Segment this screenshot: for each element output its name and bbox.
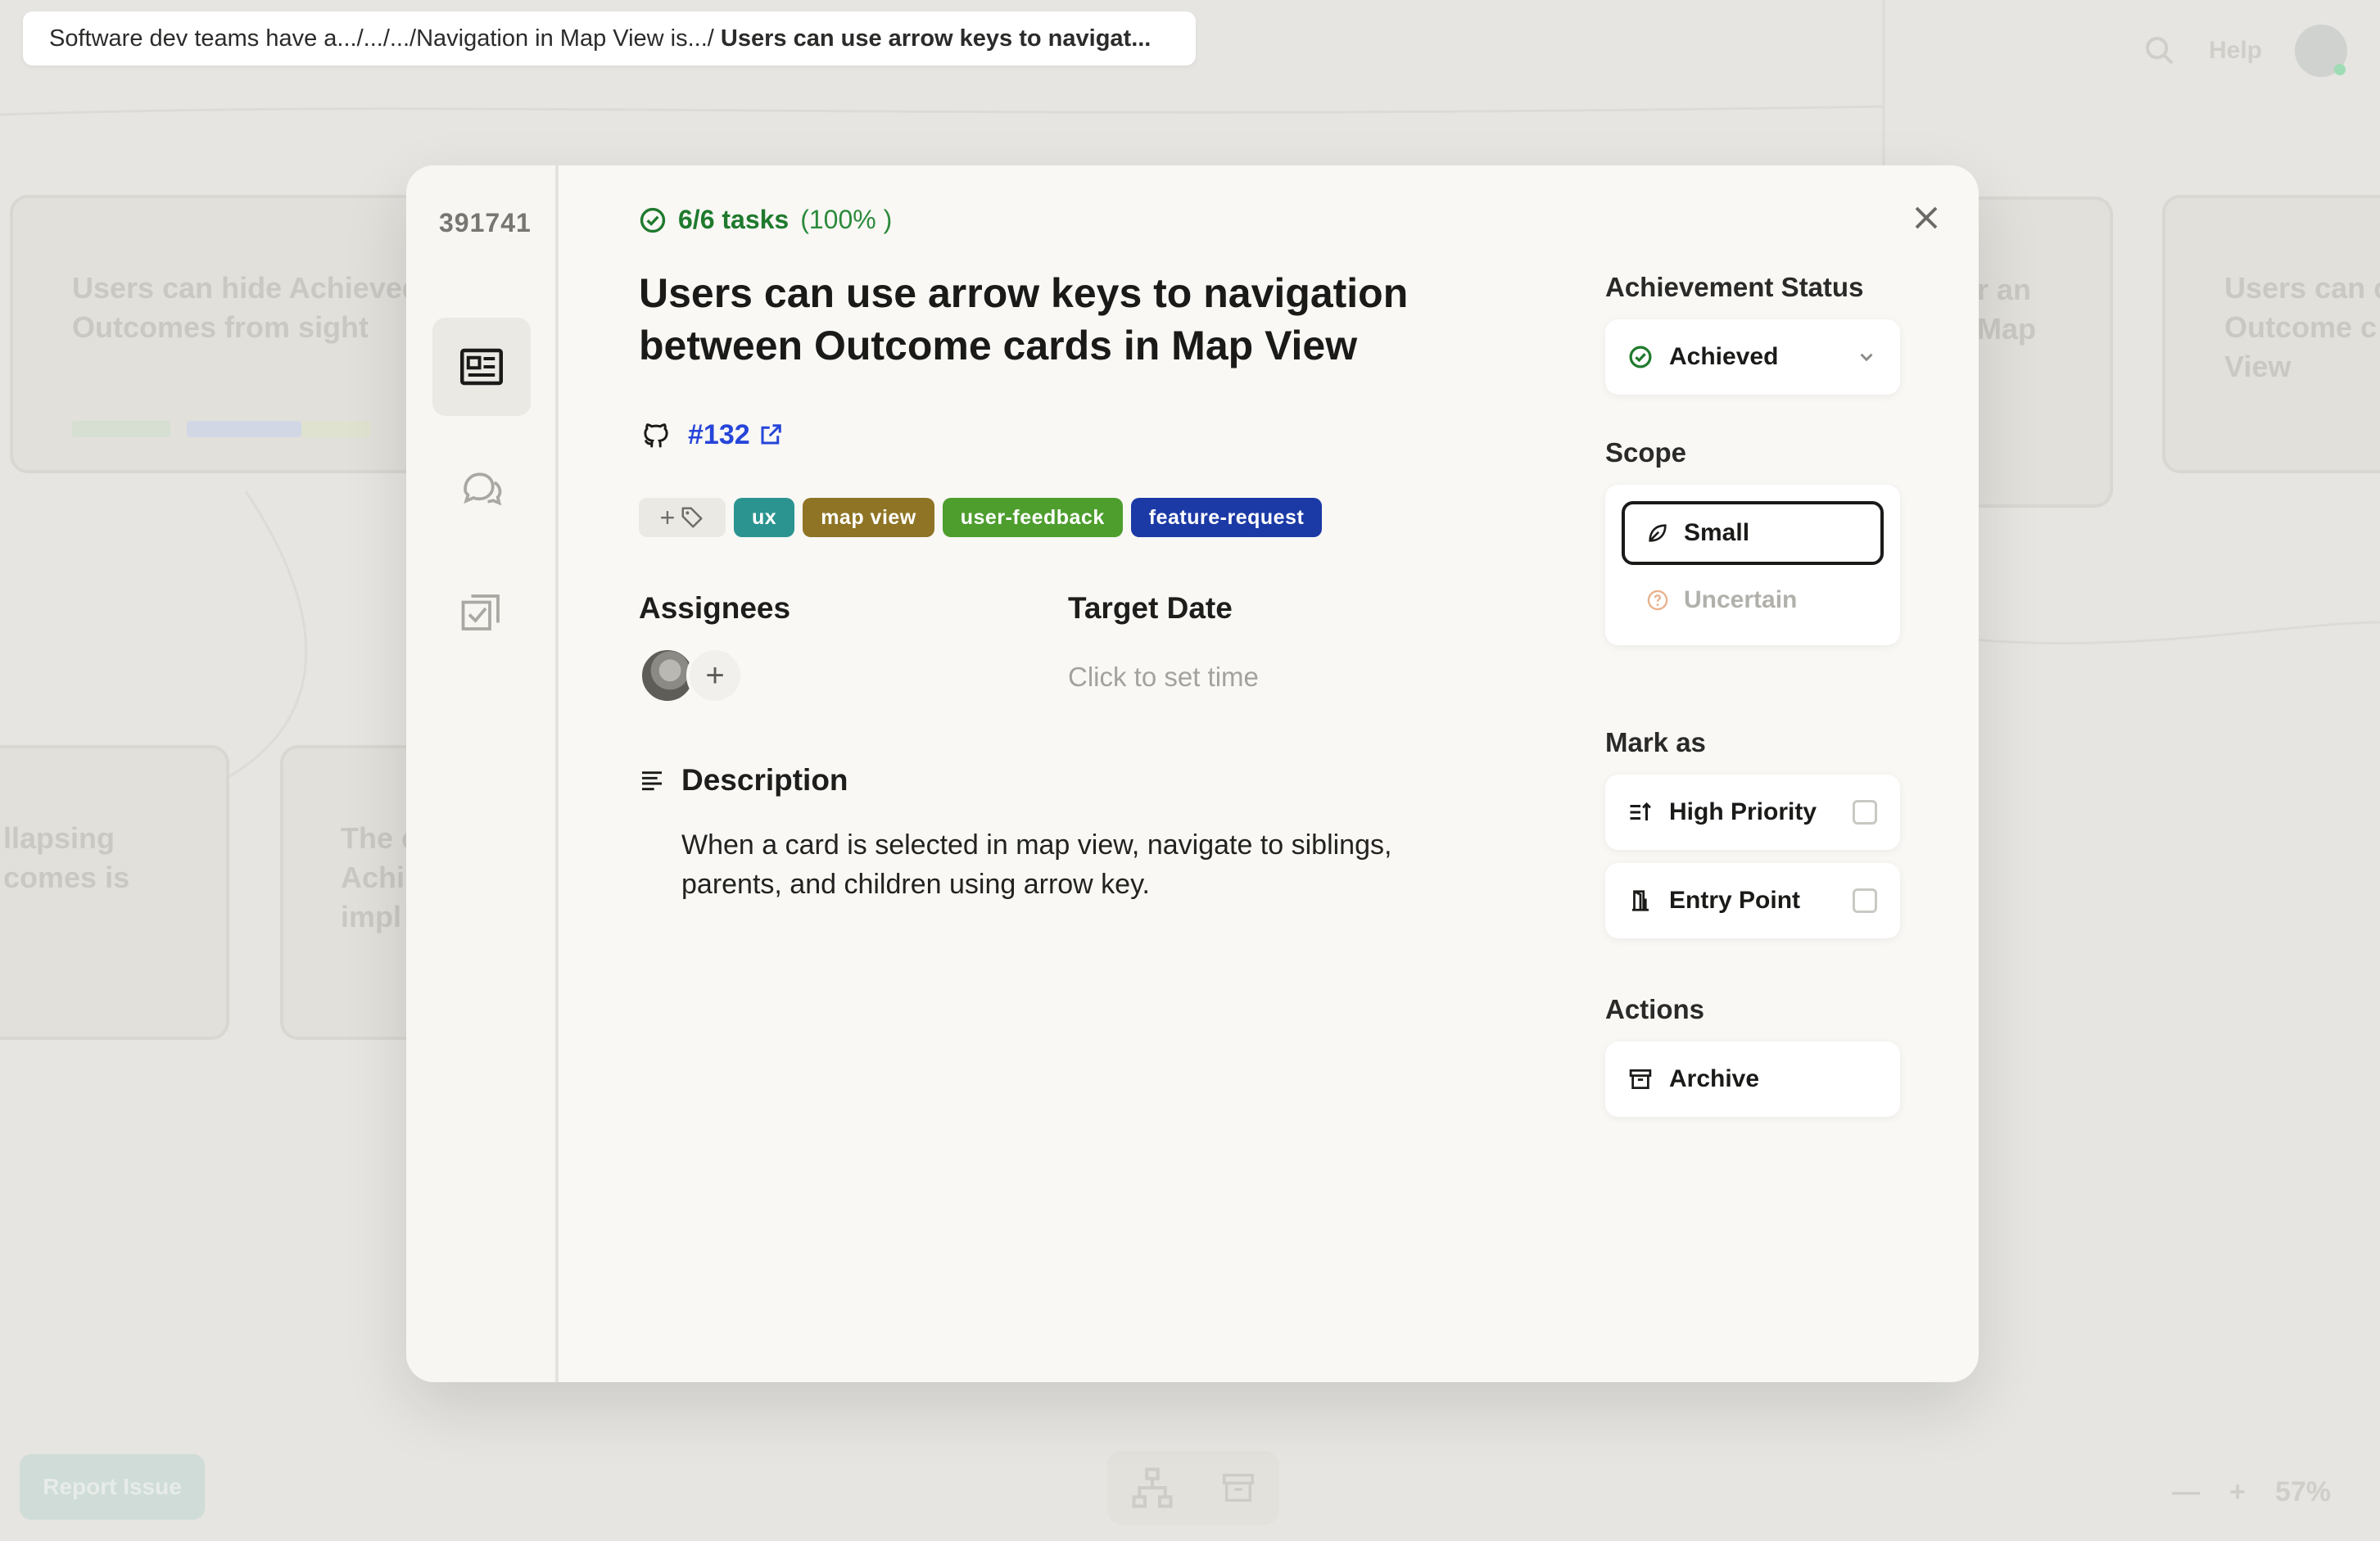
map-card: Users can hide Achieved Outcomes from si… (10, 195, 436, 473)
archive-view-icon[interactable] (1219, 1469, 1257, 1507)
achievement-status-select[interactable]: Achieved (1605, 319, 1900, 395)
bottom-toolbar (1107, 1451, 1279, 1525)
close-icon (1915, 206, 1938, 229)
high-priority-checkbox[interactable] (1853, 800, 1877, 825)
high-priority-label: High Priority (1669, 798, 1817, 825)
tag-list: + ux map view user-feedback feature-requ… (639, 498, 1323, 537)
modal-side-rail: 391741 (406, 165, 559, 1382)
text-align-icon (642, 771, 662, 791)
add-tag-plus: + (659, 502, 676, 532)
map-card-tag (187, 421, 301, 437)
outcome-id: 391741 (439, 208, 532, 237)
description-text[interactable]: When a card is selected in map view, nav… (681, 825, 1435, 904)
tasks-checklist-icon (461, 594, 500, 630)
tasks-count: 6/6 tasks (678, 205, 790, 234)
actions-heading: Actions (1605, 994, 1705, 1024)
scope-heading: Scope (1605, 437, 1687, 468)
archive-label: Archive (1669, 1065, 1760, 1092)
tag-user-feedback[interactable]: user-feedback (942, 498, 1123, 537)
add-tag-button[interactable]: + (639, 498, 726, 537)
map-card: llapsing comes is (0, 745, 229, 1040)
assignees-heading: Assignees (639, 591, 791, 625)
github-issue-link[interactable]: #132 (639, 418, 783, 452)
check-circle-icon (1629, 346, 1652, 368)
map-card-title: Users can hide Achieved Outcomes from si… (72, 271, 420, 344)
issue-number: #132 (688, 418, 750, 450)
tag-map-view[interactable]: map view (803, 498, 934, 537)
map-card-title: r an Map (1977, 273, 2036, 346)
target-date-picker[interactable]: Click to set time (1068, 662, 1259, 693)
tasks-percent: (100% ) (800, 205, 893, 234)
leaf-icon (1649, 524, 1667, 542)
scope-option-small[interactable]: Small (1622, 501, 1884, 565)
report-issue-button[interactable]: Report Issue (20, 1454, 205, 1520)
assignee-list: + (639, 647, 790, 704)
breadcrumb-trail[interactable]: Software dev teams have a.../.../.../Nav… (49, 25, 721, 52)
entry-point-label: Entry Point (1669, 887, 1801, 914)
scope-option-label: Uncertain (1684, 586, 1798, 613)
zoom-out-button[interactable]: — (2172, 1476, 2200, 1508)
zoom-level: 57% (2274, 1476, 2331, 1507)
scope-option-label: Small (1684, 519, 1750, 546)
description-heading: Description (681, 763, 848, 797)
achievement-status-heading: Achievement Status (1605, 272, 1864, 302)
check-circle-icon (640, 207, 666, 233)
search-icon[interactable] (2143, 34, 2176, 67)
assignees-section: Assignees + (639, 591, 790, 704)
outcome-title[interactable]: Users can use arrow keys to navigation b… (639, 267, 1425, 372)
description-section: Description When a card is selected in m… (639, 763, 1425, 904)
add-assignee-button[interactable]: + (686, 647, 744, 704)
door-icon (1632, 890, 1649, 911)
breadcrumb-current: Users can use arrow keys to navigat... (720, 25, 1152, 52)
scope-selector: Small Uncertain (1605, 485, 1900, 645)
target-date-section: Target Date Click to set time (1068, 591, 1259, 693)
mark-high-priority[interactable]: High Priority (1605, 775, 1900, 850)
chevron-down-icon (1860, 353, 1873, 362)
achievement-status-value: Achieved (1669, 343, 1779, 370)
archive-icon (1629, 1069, 1652, 1089)
map-card-tag (301, 421, 370, 437)
mark-entry-point[interactable]: Entry Point (1605, 863, 1900, 938)
external-link-icon (761, 424, 781, 445)
tag-icon (681, 507, 703, 528)
map-card-title: Users can c Outcome c View (2224, 271, 2380, 383)
details-card-icon (460, 348, 503, 386)
rail-tab-details[interactable] (432, 318, 531, 416)
breadcrumb: Software dev teams have a.../.../.../Nav… (23, 11, 1196, 66)
chat-bubbles-icon (464, 472, 502, 506)
entry-point-checkbox[interactable] (1853, 888, 1877, 913)
help-link[interactable]: Help (2209, 37, 2262, 65)
tag-ux[interactable]: ux (734, 498, 795, 537)
top-bar-right: Help (2143, 25, 2347, 77)
zoom-in-button[interactable]: + (2229, 1476, 2246, 1508)
scope-option-uncertain[interactable]: Uncertain (1622, 568, 1884, 632)
target-date-heading: Target Date (1068, 591, 1233, 625)
rail-tab-tasks[interactable] (432, 563, 531, 662)
tag-feature-request[interactable]: feature-request (1130, 498, 1323, 537)
map-card: Users can c Outcome c View (2162, 195, 2380, 473)
tree-view-icon[interactable] (1130, 1466, 1174, 1510)
close-modal-button[interactable] (1907, 198, 1946, 237)
rail-tab-comments[interactable] (432, 441, 531, 539)
github-icon (644, 423, 668, 448)
mark-as-heading: Mark as (1605, 727, 1706, 757)
map-card-title: llapsing comes is (3, 821, 130, 894)
user-avatar[interactable] (2295, 25, 2347, 77)
archive-button[interactable]: Archive (1605, 1042, 1900, 1117)
question-circle-icon (1647, 590, 1668, 611)
outcome-detail-modal: 391741 6/6 tasks (100%) Users can use a… (406, 165, 1979, 1382)
map-card-tag (72, 421, 170, 437)
priority-arrow-icon (1630, 802, 1651, 820)
zoom-controls: — + 57% (2172, 1476, 2331, 1508)
tasks-progress[interactable]: 6/6 tasks (100% ) (639, 205, 892, 235)
